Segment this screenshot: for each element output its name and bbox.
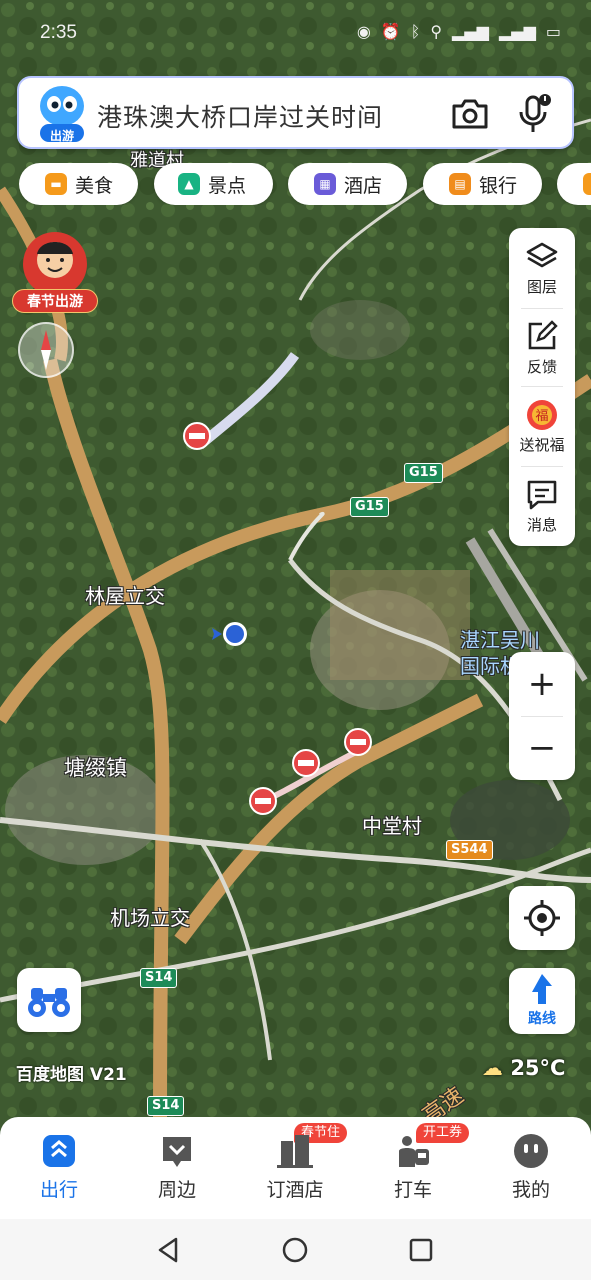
food-icon: ▬: [45, 173, 67, 195]
chip-label: 银行: [479, 174, 518, 197]
road-closed-icon[interactable]: [343, 727, 373, 757]
chip-scenic[interactable]: ▲ 景点: [154, 163, 273, 205]
zoom-out-button[interactable]: −: [509, 716, 575, 780]
route-arrow-icon: [532, 974, 552, 1004]
nearby-icon: [163, 1137, 191, 1167]
hotel-icon: ▦: [314, 173, 336, 195]
status-icons: ◉ ⏰ ᛒ ⚲ ▂▄▆ ▂▄▆ ▭: [357, 22, 561, 41]
eye-icon: ◉: [356, 22, 371, 41]
svg-text:福: 福: [535, 409, 548, 424]
current-location-marker: [212, 622, 247, 646]
category-chips: ▬ 美食 ▲ 景点 ▦ 酒店 ▤ 银行: [19, 163, 591, 205]
status-bar: 2:35 ◉ ⏰ ᛒ ⚲ ▂▄▆ ▂▄▆ ▭: [0, 0, 591, 64]
bluetooth-icon: ᛒ: [410, 22, 421, 41]
tab-label: 出行: [39, 1179, 78, 1201]
alarm-icon: ⏰: [380, 22, 401, 41]
location-icon: ⚲: [430, 22, 443, 41]
place-label: 林屋立交: [85, 584, 165, 608]
road-closed-icon[interactable]: [182, 421, 212, 451]
tab-taxi[interactable]: 开工券 打车: [354, 1117, 472, 1219]
travel-icon: [43, 1135, 75, 1167]
binoculars-icon: [28, 988, 70, 1017]
system-navigation-bar: [0, 1219, 591, 1280]
route-button[interactable]: 路线: [509, 968, 575, 1034]
feedback-button[interactable]: 反馈: [509, 308, 575, 386]
map-watermark: 百度地图 V21: [16, 1065, 127, 1085]
highway-shield: S544: [446, 840, 493, 860]
battery-icon: ▭: [545, 22, 561, 41]
temperature: 25°C: [510, 1056, 566, 1080]
feedback-icon: [528, 320, 558, 350]
home-icon[interactable]: [280, 1235, 310, 1265]
chip-bank[interactable]: ▤ 银行: [423, 163, 542, 205]
chip-hotel[interactable]: ▦ 酒店: [288, 163, 407, 205]
road-closed-icon[interactable]: [248, 786, 278, 816]
tab-travel[interactable]: 出行: [0, 1117, 118, 1219]
back-icon[interactable]: [154, 1235, 184, 1265]
message-label: 消息: [526, 516, 557, 534]
weather-widget[interactable]: ☁ 25°C: [482, 1056, 565, 1080]
search-suggestion[interactable]: 港珠澳大桥口岸过关时间: [97, 98, 383, 134]
bottom-navigation: 出行 周边 春节住 订酒店 开工券 打车 我的: [0, 1117, 591, 1219]
tab-label: 订酒店: [266, 1179, 324, 1201]
bank-icon: ▤: [449, 173, 471, 195]
profile-face-icon: [514, 1134, 548, 1168]
camera-icon[interactable]: [450, 96, 490, 132]
logo-label: 出游: [49, 129, 74, 143]
panorama-button[interactable]: [17, 968, 81, 1032]
compass-icon: [41, 330, 51, 370]
status-time: 2:35: [40, 22, 77, 43]
zoom-in-button[interactable]: +: [509, 652, 575, 716]
route-label: 路线: [528, 1011, 556, 1027]
place-label: 机场立交: [110, 906, 190, 930]
compass[interactable]: [18, 322, 74, 378]
layers-icon: [526, 242, 558, 268]
chip-label: 美食: [75, 174, 114, 197]
message-icon: [527, 480, 557, 510]
chip-label: 景点: [208, 174, 247, 197]
place-label: 中堂村: [362, 814, 422, 838]
feedback-label: 反馈: [526, 358, 557, 376]
zoom-control: + −: [509, 652, 575, 780]
tab-book-hotel[interactable]: 春节住 订酒店: [236, 1117, 354, 1219]
blessing-label: 送祝福: [519, 436, 565, 454]
highway-shield: S14: [147, 1096, 185, 1116]
crosshair-icon: [524, 900, 560, 936]
map-tools-panel: 图层 反馈 福 送祝福 消息: [509, 228, 575, 546]
tab-label: 我的: [511, 1179, 550, 1201]
message-button[interactable]: 消息: [509, 466, 575, 544]
layers-button[interactable]: 图层: [509, 228, 575, 306]
microphone-icon[interactable]: [516, 94, 552, 134]
more-icon: [583, 173, 591, 195]
place-label: 湛江吴川: [460, 628, 540, 652]
chip-food[interactable]: ▬ 美食: [19, 163, 138, 205]
layers-label: 图层: [526, 278, 557, 296]
tab-profile[interactable]: 我的: [472, 1117, 590, 1219]
signal-icon: ▂▄▆: [452, 22, 489, 41]
promo-label: 春节出游: [12, 289, 98, 313]
highway-shield: G15: [404, 463, 443, 483]
partly-cloudy-icon: ☁: [482, 1056, 503, 1080]
signal-icon: ▂▄▆: [498, 22, 536, 41]
tab-label: 打车: [393, 1179, 432, 1201]
highway-shield: S14: [140, 968, 178, 988]
hotel-building-icon: [277, 1135, 313, 1168]
highway-shield: G15: [350, 497, 389, 517]
festival-avatar-icon: [23, 232, 87, 296]
blessing-icon: 福: [527, 400, 557, 430]
spring-festival-promo[interactable]: 春节出游: [10, 226, 100, 314]
tab-nearby[interactable]: 周边: [118, 1117, 236, 1219]
scenery-icon: ▲: [178, 173, 200, 195]
locate-button[interactable]: [509, 886, 575, 950]
blessing-button[interactable]: 福 送祝福: [509, 386, 575, 464]
place-label: 塘缀镇: [64, 756, 127, 780]
road-closed-icon[interactable]: [291, 748, 321, 778]
recents-icon[interactable]: [406, 1235, 436, 1265]
chip-label: 酒店: [344, 174, 383, 197]
tab-label: 周边: [157, 1179, 196, 1201]
search-bar[interactable]: 出游 港珠澳大桥口岸过关时间: [17, 76, 574, 149]
chip-more[interactable]: [557, 163, 591, 205]
taxi-person-icon: [399, 1136, 429, 1167]
